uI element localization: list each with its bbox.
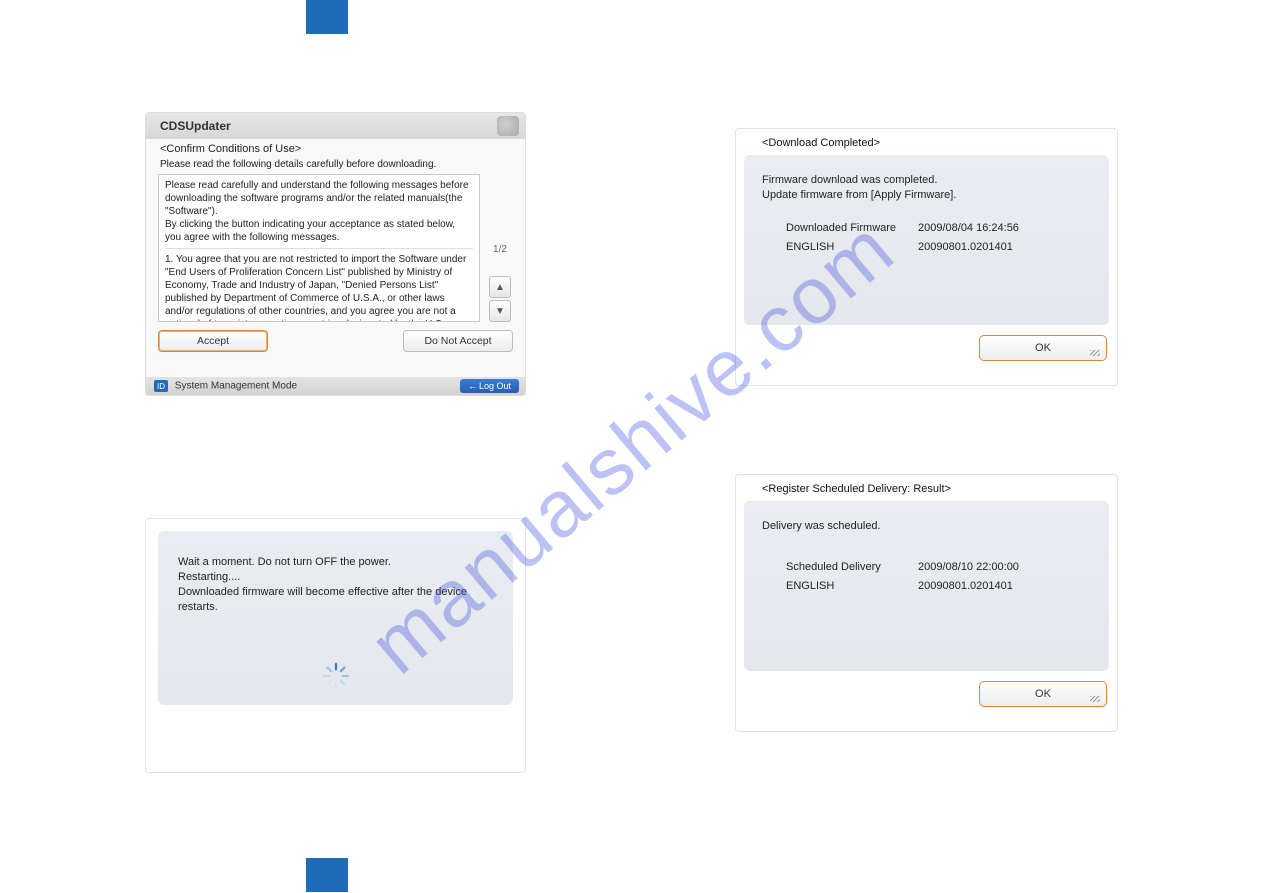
restart-line-1: Wait a moment. Do not turn OFF the power… [178, 555, 493, 570]
download-completed-box: Firmware download was completed. Update … [744, 155, 1109, 325]
titlebar: CDSUpdater [146, 113, 525, 139]
panel-download-completed: <Download Completed> Firmware download w… [735, 128, 1118, 386]
downloaded-firmware-value: 2009/08/04 16:24:56 [918, 221, 1019, 236]
agreement-textbox[interactable]: Please read carefully and understand the… [158, 174, 480, 322]
chevron-up-icon: ▲ [495, 282, 505, 293]
dl-msg-line-2: Update firmware from [Apply Firmware]. [762, 188, 1091, 203]
do-not-accept-button[interactable]: Do Not Accept [403, 330, 513, 352]
loading-spinner-icon [321, 661, 351, 691]
accept-button[interactable]: Accept [158, 330, 268, 352]
instruction-text: Please read the following details carefu… [146, 157, 525, 174]
downloaded-firmware-label: Downloaded Firmware [762, 221, 918, 236]
logout-button[interactable]: Log Out [460, 379, 519, 393]
restart-line-2: Restarting.... [178, 570, 493, 585]
restart-line-3: Downloaded firmware will become effectiv… [178, 585, 493, 615]
dl-msg-line-1: Firmware download was completed. [762, 173, 1091, 188]
scheduled-language-label: ENGLISH [762, 579, 918, 594]
subtitle: <Confirm Conditions of Use> [146, 139, 525, 157]
chevron-down-icon: ▼ [495, 306, 505, 317]
panel-restarting: Wait a moment. Do not turn OFF the power… [145, 518, 526, 773]
download-ok-button[interactable]: OK [979, 335, 1107, 361]
agreement-para-2: 1. You agree that you are not restricted… [165, 253, 473, 322]
download-completed-title: <Download Completed> [736, 129, 1117, 155]
downloaded-language-value: 20090801.0201401 [918, 240, 1013, 255]
decorative-square-bottom [306, 858, 348, 892]
agreement-para-1: Please read carefully and understand the… [165, 179, 473, 244]
globe-icon[interactable] [497, 116, 519, 136]
decorative-square-top [306, 0, 348, 34]
scheduled-title: <Register Scheduled Delivery: Result> [736, 475, 1117, 501]
scroll-up-button[interactable]: ▲ [489, 276, 511, 298]
scheduled-ok-button[interactable]: OK [979, 681, 1107, 707]
page-indicator: 1/2 [493, 244, 507, 255]
app-title: CDSUpdater [160, 119, 231, 133]
scheduled-box: Delivery was scheduled. Scheduled Delive… [744, 501, 1109, 671]
id-badge-icon: ID [154, 380, 168, 392]
footer-mode: ID System Management Mode [154, 380, 297, 392]
footer-mode-label: System Management Mode [175, 381, 297, 392]
scheduled-delivery-value: 2009/08/10 22:00:00 [918, 560, 1019, 575]
scheduled-msg-line-1: Delivery was scheduled. [762, 519, 1091, 534]
panel-scheduled-delivery: <Register Scheduled Delivery: Result> De… [735, 474, 1118, 732]
scroll-down-button[interactable]: ▼ [489, 300, 511, 322]
scheduled-delivery-label: Scheduled Delivery [762, 560, 918, 575]
scheduled-language-value: 20090801.0201401 [918, 579, 1013, 594]
downloaded-language-label: ENGLISH [762, 240, 918, 255]
panel-cdsupdater: CDSUpdater <Confirm Conditions of Use> P… [145, 112, 526, 396]
restarting-message-box: Wait a moment. Do not turn OFF the power… [158, 531, 513, 705]
